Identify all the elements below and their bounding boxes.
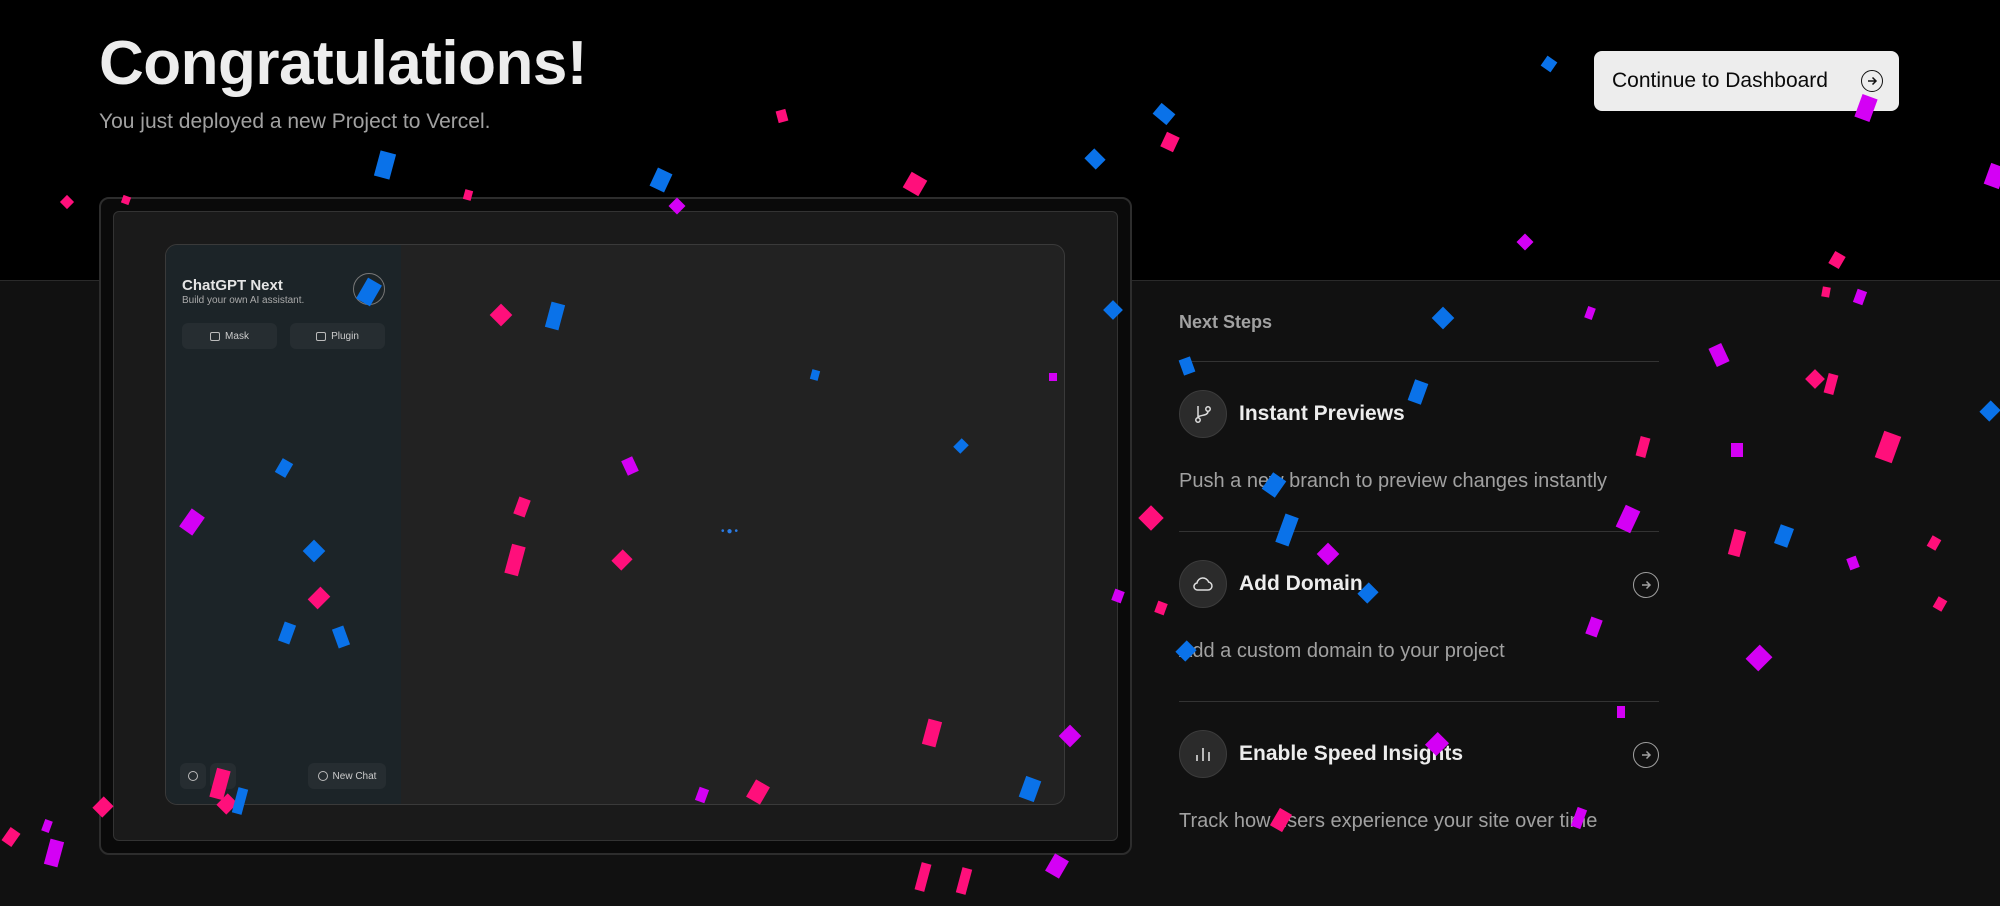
preview-plugin-chip: Plugin	[290, 323, 385, 349]
git-branch-icon	[1179, 390, 1227, 438]
step-title: Add Domain	[1239, 572, 1363, 595]
preview-app-name: ChatGPT Next	[182, 277, 283, 294]
page-title: Congratulations!	[99, 29, 587, 98]
loading-dots-icon: •●•	[721, 526, 741, 537]
next-steps-heading: Next Steps	[1179, 312, 1659, 362]
arrow-right-icon	[1861, 70, 1883, 92]
preview-settings-button	[180, 763, 206, 789]
step-title: Enable Speed Insights	[1239, 742, 1464, 765]
continue-to-dashboard-label: Continue to Dashboard	[1612, 69, 1828, 92]
github-icon	[218, 771, 228, 781]
step-description: Track how users experience your site ove…	[1179, 810, 1598, 832]
next-steps-panel: Next Steps Instant Previews Push a new b…	[1179, 312, 1659, 872]
arrow-right-icon[interactable]	[1633, 572, 1659, 598]
preview-github-button	[210, 763, 236, 789]
preview-new-chat-label: New Chat	[332, 770, 377, 782]
preview-mask-label: Mask	[225, 330, 249, 342]
step-add-domain[interactable]: Add Domain Add a custom domain to your p…	[1179, 532, 1659, 702]
preview-mask-chip: Mask	[182, 323, 277, 349]
settings-icon	[188, 771, 198, 781]
step-enable-speed-insights[interactable]: Enable Speed Insights Track how users ex…	[1179, 702, 1659, 872]
cloud-icon	[1179, 560, 1227, 608]
plus-circle-icon	[317, 771, 328, 781]
preview-app-tagline: Build your own AI assistant.	[182, 295, 305, 306]
continue-to-dashboard-button[interactable]: Continue to Dashboard	[1594, 51, 1899, 111]
mask-icon	[210, 331, 221, 341]
step-description: Push a new branch to preview changes ins…	[1179, 470, 1608, 492]
arrow-right-icon[interactable]	[1633, 742, 1659, 768]
preview-screenshot: ChatGPT Next Build your own AI assistant…	[113, 211, 1118, 841]
preview-new-chat-button: New Chat	[308, 763, 386, 789]
deployment-preview[interactable]: ChatGPT Next Build your own AI assistant…	[99, 197, 1132, 855]
step-description: Add a custom domain to your project	[1179, 640, 1505, 662]
step-title: Instant Previews	[1239, 402, 1405, 425]
step-instant-previews: Instant Previews Push a new branch to pr…	[1179, 362, 1659, 532]
preview-plugin-label: Plugin	[331, 330, 359, 342]
bar-chart-icon	[1179, 730, 1227, 778]
preview-sidebar: ChatGPT Next Build your own AI assistant…	[166, 245, 401, 804]
openai-logo-icon	[353, 273, 385, 305]
plugin-icon	[316, 331, 327, 341]
page-subtitle: You just deployed a new Project to Verce…	[99, 110, 491, 133]
preview-app-window: ChatGPT Next Build your own AI assistant…	[165, 244, 1065, 805]
